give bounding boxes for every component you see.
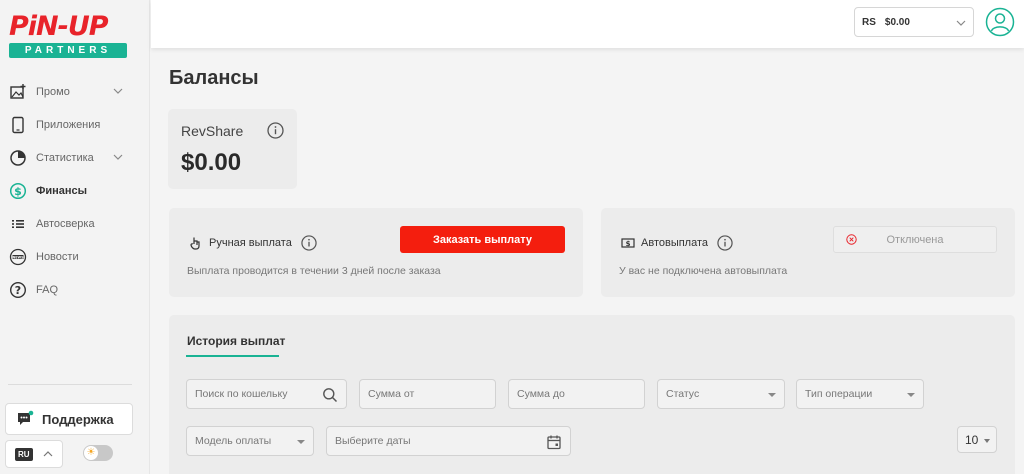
sidebar: PiN-UP PARTNERS Промо Приложения Статист… (0, 0, 150, 474)
caret-down-icon (768, 393, 776, 397)
revshare-card: RevShare $0.00 (168, 109, 297, 189)
pinup-partners-logo[interactable]: PiN-UP PARTNERS (9, 12, 127, 60)
support-label: Поддержка (42, 411, 114, 427)
svg-text:NEWS: NEWS (12, 255, 24, 259)
sidebar-item-label: Промо (36, 85, 70, 98)
balance-currency: RS (862, 16, 876, 28)
logo-subtitle: PARTNERS (9, 43, 127, 58)
tab-payout-history[interactable]: История выплат (187, 334, 285, 348)
svg-text:$: $ (14, 185, 22, 198)
news-icon: NEWS (9, 248, 27, 266)
info-icon[interactable] (301, 235, 317, 251)
pie-chart-icon (9, 149, 27, 167)
auto-payout-status: Отключена (886, 233, 944, 246)
sidebar-item-label: Финансы (36, 184, 88, 197)
svg-text:?: ? (15, 284, 21, 297)
sidebar-item-label: FAQ (36, 283, 59, 296)
sidebar-divider (8, 384, 132, 385)
auto-payout-title: Автовыплата (641, 237, 709, 249)
amount-to-input[interactable]: Сумма до (508, 379, 645, 409)
language-code: RU (15, 447, 33, 461)
theme-toggle[interactable]: ☀ (83, 445, 113, 461)
banknote-icon: $ (621, 238, 635, 248)
date-range-placeholder: Выберите даты (335, 435, 411, 447)
sidebar-item-apps[interactable]: Приложения (0, 108, 150, 141)
close-circle-icon (846, 234, 857, 245)
hand-pointer-icon (190, 237, 200, 250)
info-icon[interactable] (717, 235, 733, 251)
payment-model-select[interactable]: Модель оплаты (186, 426, 314, 456)
page-size-value: 10 (965, 432, 979, 447)
manual-payout-title-row: Ручная выплата (189, 235, 317, 251)
caret-down-icon (907, 393, 915, 397)
question-circle-icon: ? (9, 281, 27, 299)
auto-payout-description: У вас не подключена автовыплата (619, 265, 788, 277)
revshare-amount: $0.00 (181, 149, 242, 176)
chevron-up-icon (43, 451, 52, 457)
dollar-circle-icon: $ (9, 182, 27, 200)
balance-select[interactable]: RS $0.00 (854, 7, 974, 37)
caret-down-icon (984, 439, 990, 443)
wallet-search-input[interactable]: Поиск по кошельку (186, 379, 347, 409)
manual-payout-title: Ручная выплата (209, 237, 292, 249)
svg-text:$: $ (626, 240, 631, 248)
auto-payout-panel: $ Автовыплата Отключена У вас не подключ… (601, 208, 1015, 297)
balance-value: $0.00 (884, 16, 910, 28)
order-payout-button[interactable]: Заказать выплату (400, 226, 565, 253)
status-select-placeholder: Статус (666, 388, 700, 400)
operation-type-select[interactable]: Тип операции (796, 379, 924, 409)
info-icon[interactable] (267, 122, 284, 139)
logo-word: PiN-UP (9, 11, 109, 42)
sidebar-item-label: Автосверка (36, 217, 95, 230)
amount-from-placeholder: Сумма от (368, 388, 415, 400)
list-icon (9, 215, 27, 233)
status-select[interactable]: Статус (657, 379, 785, 409)
revshare-label: RevShare (181, 123, 244, 139)
chevron-down-icon[interactable] (112, 85, 124, 97)
manual-payout-description: Выплата проводится в течении 3 дней посл… (187, 265, 441, 277)
chevron-down-icon[interactable] (112, 151, 124, 163)
phone-icon (9, 116, 27, 134)
page-size-select[interactable]: 10 (957, 426, 997, 453)
payment-model-placeholder: Модель оплаты (195, 435, 272, 447)
language-selector[interactable]: RU (5, 440, 63, 468)
auto-payout-status-button[interactable]: Отключена (833, 226, 997, 253)
sidebar-item-autoreconcile[interactable]: Автосверка (0, 207, 150, 240)
sidebar-item-statistics[interactable]: Статистика (0, 141, 150, 174)
sidebar-item-finance[interactable]: $ Финансы (0, 174, 150, 207)
sidebar-item-label: Приложения (36, 118, 101, 131)
sidebar-item-label: Статистика (36, 151, 94, 164)
image-add-icon (9, 83, 27, 101)
page-title: Балансы (169, 67, 259, 89)
chevron-down-icon (956, 20, 966, 26)
amount-from-input[interactable]: Сумма от (359, 379, 496, 409)
date-range-input[interactable]: Выберите даты (326, 426, 571, 456)
sidebar-item-faq[interactable]: ? FAQ (0, 273, 150, 306)
calendar-icon (547, 435, 561, 450)
support-button[interactable]: Поддержка (5, 403, 133, 435)
search-icon (323, 388, 338, 403)
wallet-search-placeholder: Поиск по кошельку (195, 388, 288, 400)
sidebar-nav: Промо Приложения Статистика $ Финансы Ав… (0, 75, 150, 306)
caret-down-icon (297, 440, 305, 444)
sidebar-item-label: Новости (36, 250, 79, 263)
user-avatar-icon[interactable] (985, 7, 1015, 37)
top-header: RS $0.00 (151, 0, 1024, 48)
chat-icon (16, 410, 34, 428)
auto-payout-title-row: $ Автовыплата (621, 235, 733, 251)
amount-to-placeholder: Сумма до (517, 388, 565, 400)
sidebar-item-news[interactable]: NEWS Новости (0, 240, 150, 273)
operation-type-placeholder: Тип операции (805, 388, 873, 400)
active-tab-indicator (186, 355, 279, 357)
sun-icon: ☀ (84, 446, 98, 460)
manual-payout-panel: Ручная выплата Заказать выплату Выплата … (169, 208, 583, 297)
sidebar-item-promo[interactable]: Промо (0, 75, 150, 108)
